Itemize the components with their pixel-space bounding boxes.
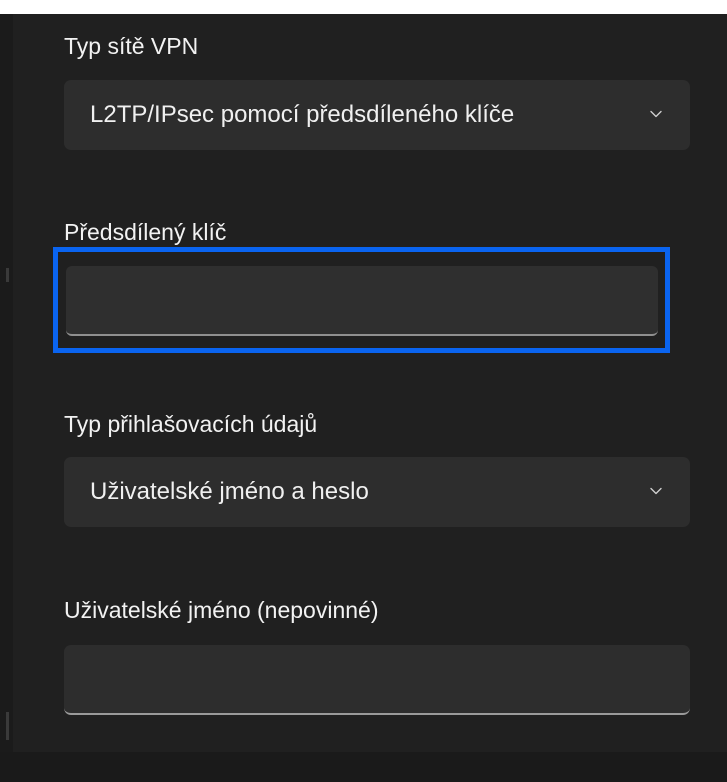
preshared-key-input[interactable]	[66, 266, 658, 336]
chevron-down-icon	[650, 110, 662, 118]
top-strip	[0, 0, 727, 14]
sign-in-type-dropdown[interactable]: Uživatelské jméno a heslo	[64, 457, 690, 527]
sign-in-type-label: Typ přihlašovacích údajů	[64, 411, 318, 437]
preshared-key-label: Předsdílený klíč	[64, 219, 227, 245]
vpn-type-label: Typ sítě VPN	[64, 33, 199, 59]
chevron-down-icon	[650, 487, 662, 495]
vpn-type-dropdown[interactable]: L2TP/IPsec pomocí předsdíleného klíče	[64, 80, 690, 150]
edge-mark	[6, 712, 9, 740]
bottom-strip	[0, 752, 727, 782]
username-label: Uživatelské jméno (nepovinné)	[64, 597, 379, 623]
left-edge	[0, 14, 13, 782]
username-input[interactable]	[64, 645, 690, 715]
edge-mark	[6, 268, 9, 282]
sign-in-type-selected-value: Uživatelské jméno a heslo	[90, 478, 369, 505]
vpn-type-selected-value: L2TP/IPsec pomocí předsdíleného klíče	[90, 101, 515, 128]
preshared-key-focus-ring	[53, 247, 670, 353]
